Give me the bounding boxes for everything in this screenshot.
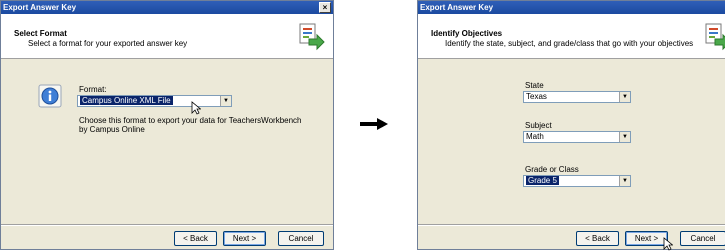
footer-divider [418,224,725,226]
grade-select-value: Grade 5 [526,176,559,185]
format-select[interactable]: Campus Online XML File ▼ [77,95,232,107]
cancel-button[interactable]: Cancel [278,231,324,246]
arrow-right-icon [360,118,388,130]
grade-label: Grade or Class [525,165,579,174]
state-select-value: Texas [526,92,547,101]
export-wizard-icon [705,23,725,51]
back-button[interactable]: < Back [174,231,217,246]
step-title: Identify Objectives [431,29,503,38]
wizard-header: Select Format Select a format for your e… [1,14,333,59]
footer-divider [1,224,333,226]
window-title: Export Answer Key [3,3,77,12]
window-title: Export Answer Key [420,3,494,12]
format-description: Choose this format to export your data f… [79,116,302,134]
select-format-dialog: Export Answer Key × Select Format Select… [0,0,334,250]
dropdown-arrow-icon[interactable]: ▼ [619,176,630,186]
wizard-header: Identify Objectives Identify the state, … [418,14,725,59]
next-button[interactable]: Next > [223,231,266,246]
subject-select[interactable]: Math ▼ [523,131,631,143]
cancel-button[interactable]: Cancel [680,231,725,246]
step-subtitle: Identify the state, subject, and grade/c… [445,39,694,48]
format-select-value: Campus Online XML File [80,96,173,105]
format-label: Format: [79,85,107,94]
title-bar: Export Answer Key × [1,1,333,14]
dropdown-arrow-icon[interactable]: ▼ [619,92,630,102]
dropdown-arrow-icon[interactable]: ▼ [220,96,231,106]
state-select[interactable]: Texas ▼ [523,91,631,103]
mouse-cursor-icon [663,237,673,251]
state-label: State [525,81,544,90]
title-bar: Export Answer Key [418,1,725,14]
subject-label: Subject [525,121,552,130]
mouse-cursor-icon [191,101,201,115]
dropdown-arrow-icon[interactable]: ▼ [619,132,630,142]
subject-select-value: Math [526,132,544,141]
close-button[interactable]: × [319,2,331,13]
grade-select[interactable]: Grade 5 ▼ [523,175,631,187]
next-button[interactable]: Next > [625,231,668,246]
back-button[interactable]: < Back [576,231,619,246]
step-title: Select Format [14,29,67,38]
export-wizard-icon [299,23,325,51]
step-subtitle: Select a format for your exported answer… [28,39,188,48]
info-icon [38,84,62,108]
identify-objectives-dialog: Export Answer Key Identify Objectives Id… [417,0,725,251]
